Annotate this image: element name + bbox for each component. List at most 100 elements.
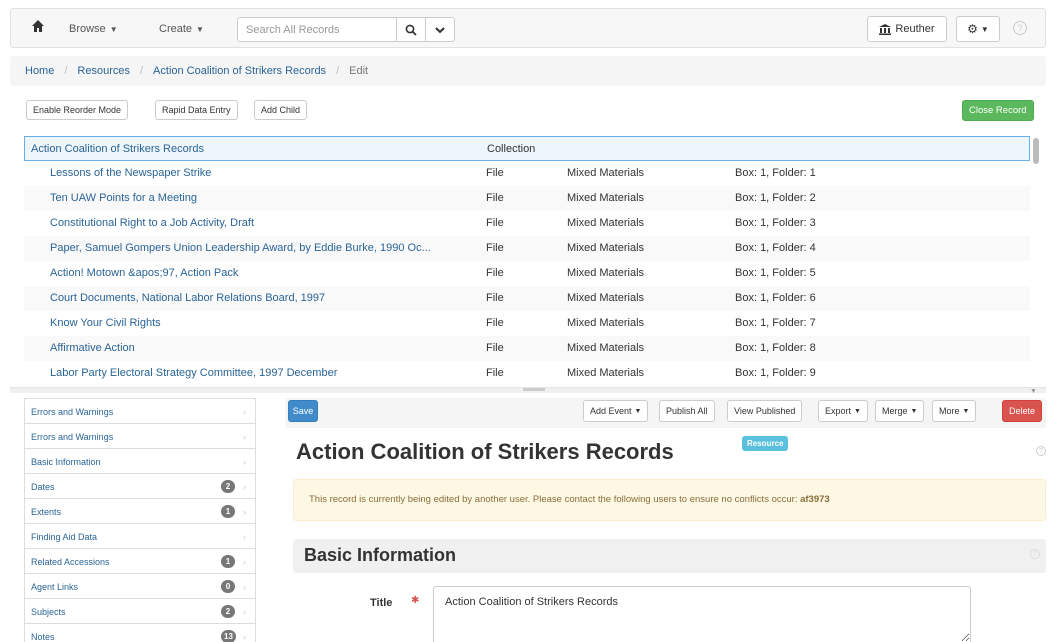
tree-row[interactable]: Paper, Samuel Gompers Union Leadership A…: [24, 236, 1030, 261]
breadcrumb-resources[interactable]: Resources: [77, 65, 130, 77]
title-field[interactable]: Action Coalition of Strikers Records: [433, 586, 971, 642]
caret-down-icon: ▼: [634, 407, 642, 415]
view-published-button[interactable]: View Published: [727, 400, 803, 422]
home-icon[interactable]: [31, 19, 45, 38]
breadcrumb-separator: /: [64, 65, 68, 77]
sidebar-item-label: Related Accessions: [31, 557, 110, 567]
publish-all-button[interactable]: Publish All: [659, 400, 715, 422]
add-child-button[interactable]: Add Child: [254, 100, 308, 120]
help-icon[interactable]: ?: [1030, 549, 1040, 559]
tree-row-title[interactable]: Constitutional Right to a Job Activity, …: [50, 217, 254, 229]
tree-row[interactable]: Affirmative Action File Mixed Materials …: [24, 336, 1030, 361]
tree-row[interactable]: Labor Party Electoral Strategy Committee…: [24, 361, 1030, 386]
sidebar-item-agent-links[interactable]: Agent Links 0 ›: [25, 574, 255, 599]
tree-row-title[interactable]: Labor Party Electoral Strategy Committee…: [50, 367, 337, 379]
sidebar-item-label: Errors and Warnings: [31, 407, 114, 417]
chevron-right-icon: ›: [243, 432, 246, 442]
chevron-right-icon: ›: [243, 457, 246, 467]
close-record-button[interactable]: Close Record: [962, 100, 1034, 121]
repository-button[interactable]: Reuther: [867, 16, 947, 42]
browse-label: Browse: [69, 23, 106, 35]
repository-label: Reuther: [895, 23, 935, 35]
sidebar-item-subjects[interactable]: Subjects 2 ›: [25, 599, 255, 624]
search-button[interactable]: [396, 17, 426, 42]
delete-button[interactable]: Delete: [1002, 400, 1042, 422]
help-icon[interactable]: ?: [1036, 446, 1046, 456]
tree-row[interactable]: Know Your Civil Rights File Mixed Materi…: [24, 311, 1030, 336]
resize-handle-icon[interactable]: [523, 388, 545, 391]
help-icon[interactable]: ?: [1013, 21, 1027, 35]
tree-row-title[interactable]: Know Your Civil Rights: [50, 317, 161, 329]
chevron-right-icon: ›: [243, 582, 246, 592]
sidebar-item-basic-information[interactable]: Basic Information ›: [25, 449, 255, 474]
tree-row[interactable]: Ten UAW Points for a Meeting File Mixed …: [24, 186, 1030, 211]
tree-root-title[interactable]: Action Coalition of Strikers Records: [31, 143, 204, 155]
tree-row-container: Box: 1, Folder: 8: [735, 342, 816, 354]
browse-menu[interactable]: Browse ▼: [69, 23, 118, 35]
chevron-right-icon: ›: [243, 632, 246, 642]
chevron-down-icon: [435, 26, 445, 33]
chevron-right-icon: ›: [243, 532, 246, 542]
gear-icon: ⚙: [967, 22, 978, 36]
tree-row[interactable]: Lessons of the Newspaper Strike File Mix…: [24, 161, 1030, 186]
tree-row-title[interactable]: Action! Motown &apos;97, Action Pack: [50, 267, 238, 279]
create-label: Create: [159, 23, 193, 35]
chevron-right-icon: ›: [243, 557, 246, 567]
advanced-search-button[interactable]: [425, 17, 455, 42]
rapid-data-entry-button[interactable]: Rapid Data Entry: [155, 100, 238, 120]
tree-root-level: Collection: [487, 143, 536, 155]
save-button[interactable]: Save: [288, 400, 318, 422]
tree-row-title[interactable]: Paper, Samuel Gompers Union Leadership A…: [50, 242, 431, 254]
create-menu[interactable]: Create ▼: [159, 23, 204, 35]
add-event-button[interactable]: Add Event ▼: [583, 400, 649, 422]
count-badge: 1: [221, 555, 235, 568]
tree-row-container: Box: 1, Folder: 2: [735, 192, 816, 204]
section-title: Basic Information: [304, 545, 457, 565]
sidebar-item-errors[interactable]: Errors and Warnings ›: [25, 399, 255, 424]
caret-down-icon: ▼: [109, 25, 118, 34]
tree-row-title[interactable]: Lessons of the Newspaper Strike: [50, 167, 211, 179]
count-badge: 2: [221, 605, 235, 618]
tree-row[interactable]: Action! Motown &apos;97, Action Pack Fil…: [24, 261, 1030, 286]
reorder-mode-button[interactable]: Enable Reorder Mode: [26, 100, 129, 120]
warning-text: This record is currently being edited by…: [309, 494, 798, 505]
caret-down-icon: ▼: [980, 24, 989, 34]
tree-row-type: Mixed Materials: [567, 317, 645, 329]
sidebar-item-errors[interactable]: Errors and Warnings ›: [25, 424, 255, 449]
export-button[interactable]: Export ▼: [818, 400, 868, 422]
merge-button[interactable]: Merge ▼: [875, 400, 925, 422]
tree-row-container: Box: 1, Folder: 9: [735, 367, 816, 379]
sidebar-item-finding-aid-data[interactable]: Finding Aid Data ›: [25, 524, 255, 549]
tree-row-level: File: [486, 367, 504, 379]
search-input[interactable]: [237, 17, 397, 42]
breadcrumb-record[interactable]: Action Coalition of Strikers Records: [153, 65, 326, 77]
sidebar-item-label: Errors and Warnings: [31, 432, 114, 442]
tree-row[interactable]: Constitutional Right to a Job Activity, …: [24, 211, 1030, 236]
sidebar-item-dates[interactable]: Dates 2 ›: [25, 474, 255, 499]
tree-row-title[interactable]: Court Documents, National Labor Relation…: [50, 292, 325, 304]
sidebar-item-extents[interactable]: Extents 1 ›: [25, 499, 255, 524]
tree-root-row[interactable]: Action Coalition of Strikers Records Col…: [24, 136, 1030, 161]
tree-row-type: Mixed Materials: [567, 242, 645, 254]
sidebar-item-related-accessions[interactable]: Related Accessions 1 ›: [25, 549, 255, 574]
merge-label: Merge: [882, 406, 908, 416]
bank-icon: [879, 23, 892, 35]
tree-row-container: Box: 1, Folder: 3: [735, 217, 816, 229]
expand-arrow-icon[interactable]: ▼: [1030, 388, 1037, 395]
tree-row-type: Mixed Materials: [567, 342, 645, 354]
settings-menu[interactable]: ⚙ ▼: [956, 16, 1000, 42]
sidebar-item-label: Finding Aid Data: [31, 532, 98, 542]
caret-down-icon: ▼: [910, 407, 918, 415]
count-badge: 1: [221, 505, 235, 518]
chevron-right-icon: ›: [243, 607, 246, 617]
tree-row-title[interactable]: Ten UAW Points for a Meeting: [50, 192, 197, 204]
tree-row[interactable]: Court Documents, National Labor Relation…: [24, 286, 1030, 311]
breadcrumb-separator: /: [336, 65, 340, 77]
more-button[interactable]: More ▼: [932, 400, 977, 422]
breadcrumb-home[interactable]: Home: [25, 65, 54, 77]
tree-row-type: Mixed Materials: [567, 267, 645, 279]
tree-scrollbar[interactable]: [1033, 138, 1039, 164]
more-label: More: [939, 406, 960, 416]
tree-row-title[interactable]: Affirmative Action: [50, 342, 135, 354]
sidebar-item-notes[interactable]: Notes 13 ›: [25, 624, 255, 642]
